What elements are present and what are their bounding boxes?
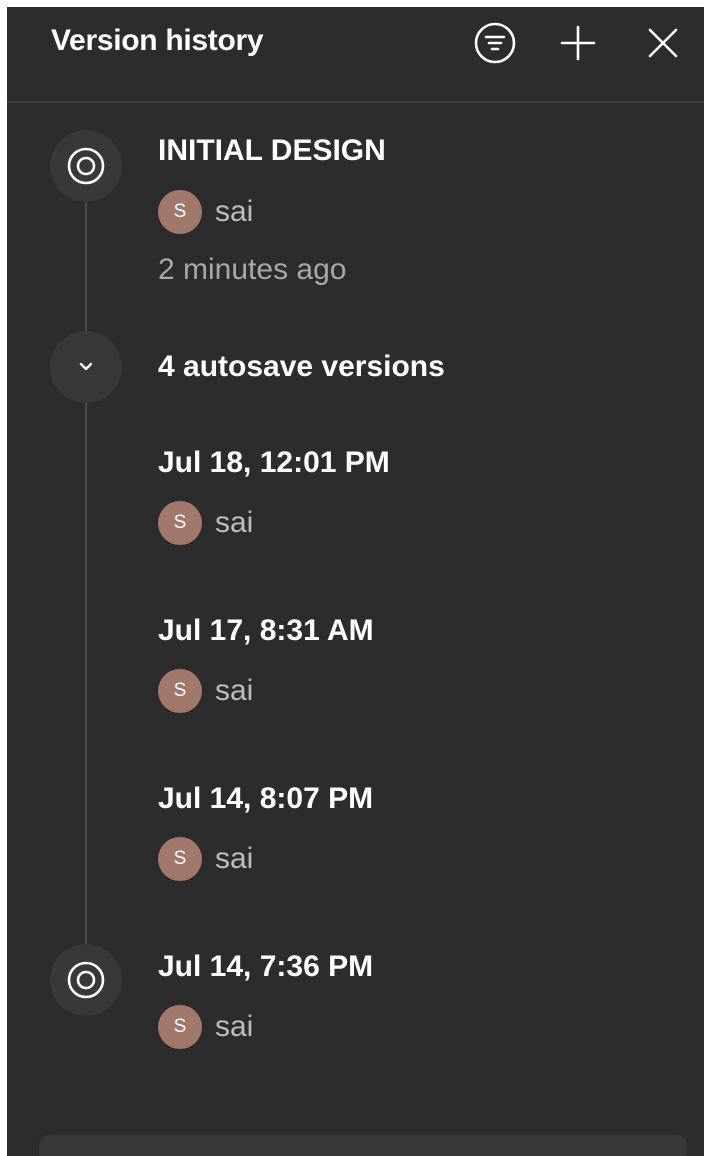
version-author: S sai xyxy=(158,837,253,881)
target-icon xyxy=(66,960,106,1000)
version-history-panel: Version history INITIAL DESIGN S sai 2 m… xyxy=(7,7,704,1156)
autosave-group-label: 4 autosave versions xyxy=(158,350,445,383)
avatar: S xyxy=(158,837,202,881)
version-title: INITIAL DESIGN xyxy=(158,134,386,167)
avatar: S xyxy=(158,669,202,713)
filter-icon xyxy=(473,21,517,65)
version-timestamp: 2 minutes ago xyxy=(158,253,347,286)
version-title: Jul 18, 12:01 PM xyxy=(158,446,390,479)
version-node xyxy=(50,944,122,1016)
avatar: S xyxy=(158,190,202,234)
expand-node xyxy=(50,331,122,403)
panel-header: Version history xyxy=(7,7,704,103)
author-name: sai xyxy=(215,674,254,707)
author-name: sai xyxy=(215,506,254,539)
close-icon xyxy=(645,25,681,61)
author-name: sai xyxy=(215,1010,254,1043)
version-title: Jul 17, 8:31 AM xyxy=(158,614,374,647)
close-button[interactable] xyxy=(641,21,685,65)
avatar: S xyxy=(158,501,202,545)
version-author: S sai xyxy=(158,501,253,545)
chevron-down-icon xyxy=(79,362,93,372)
author-name: sai xyxy=(215,195,254,228)
panel-title: Version history xyxy=(51,24,264,57)
target-icon xyxy=(66,146,106,186)
version-author: S sai xyxy=(158,669,253,713)
plus-icon xyxy=(558,23,598,63)
version-title: Jul 14, 8:07 PM xyxy=(158,782,374,815)
author-name: sai xyxy=(215,842,254,875)
add-version-button[interactable] xyxy=(556,21,600,65)
version-author: S sai xyxy=(158,1005,253,1049)
avatar: S xyxy=(158,1005,202,1049)
timeline-line xyxy=(85,189,87,949)
version-title: Jul 14, 7:36 PM xyxy=(158,950,374,983)
version-node xyxy=(50,130,122,202)
footer-bar xyxy=(39,1135,687,1156)
version-author: S sai xyxy=(158,190,253,234)
filter-button[interactable] xyxy=(473,21,517,65)
